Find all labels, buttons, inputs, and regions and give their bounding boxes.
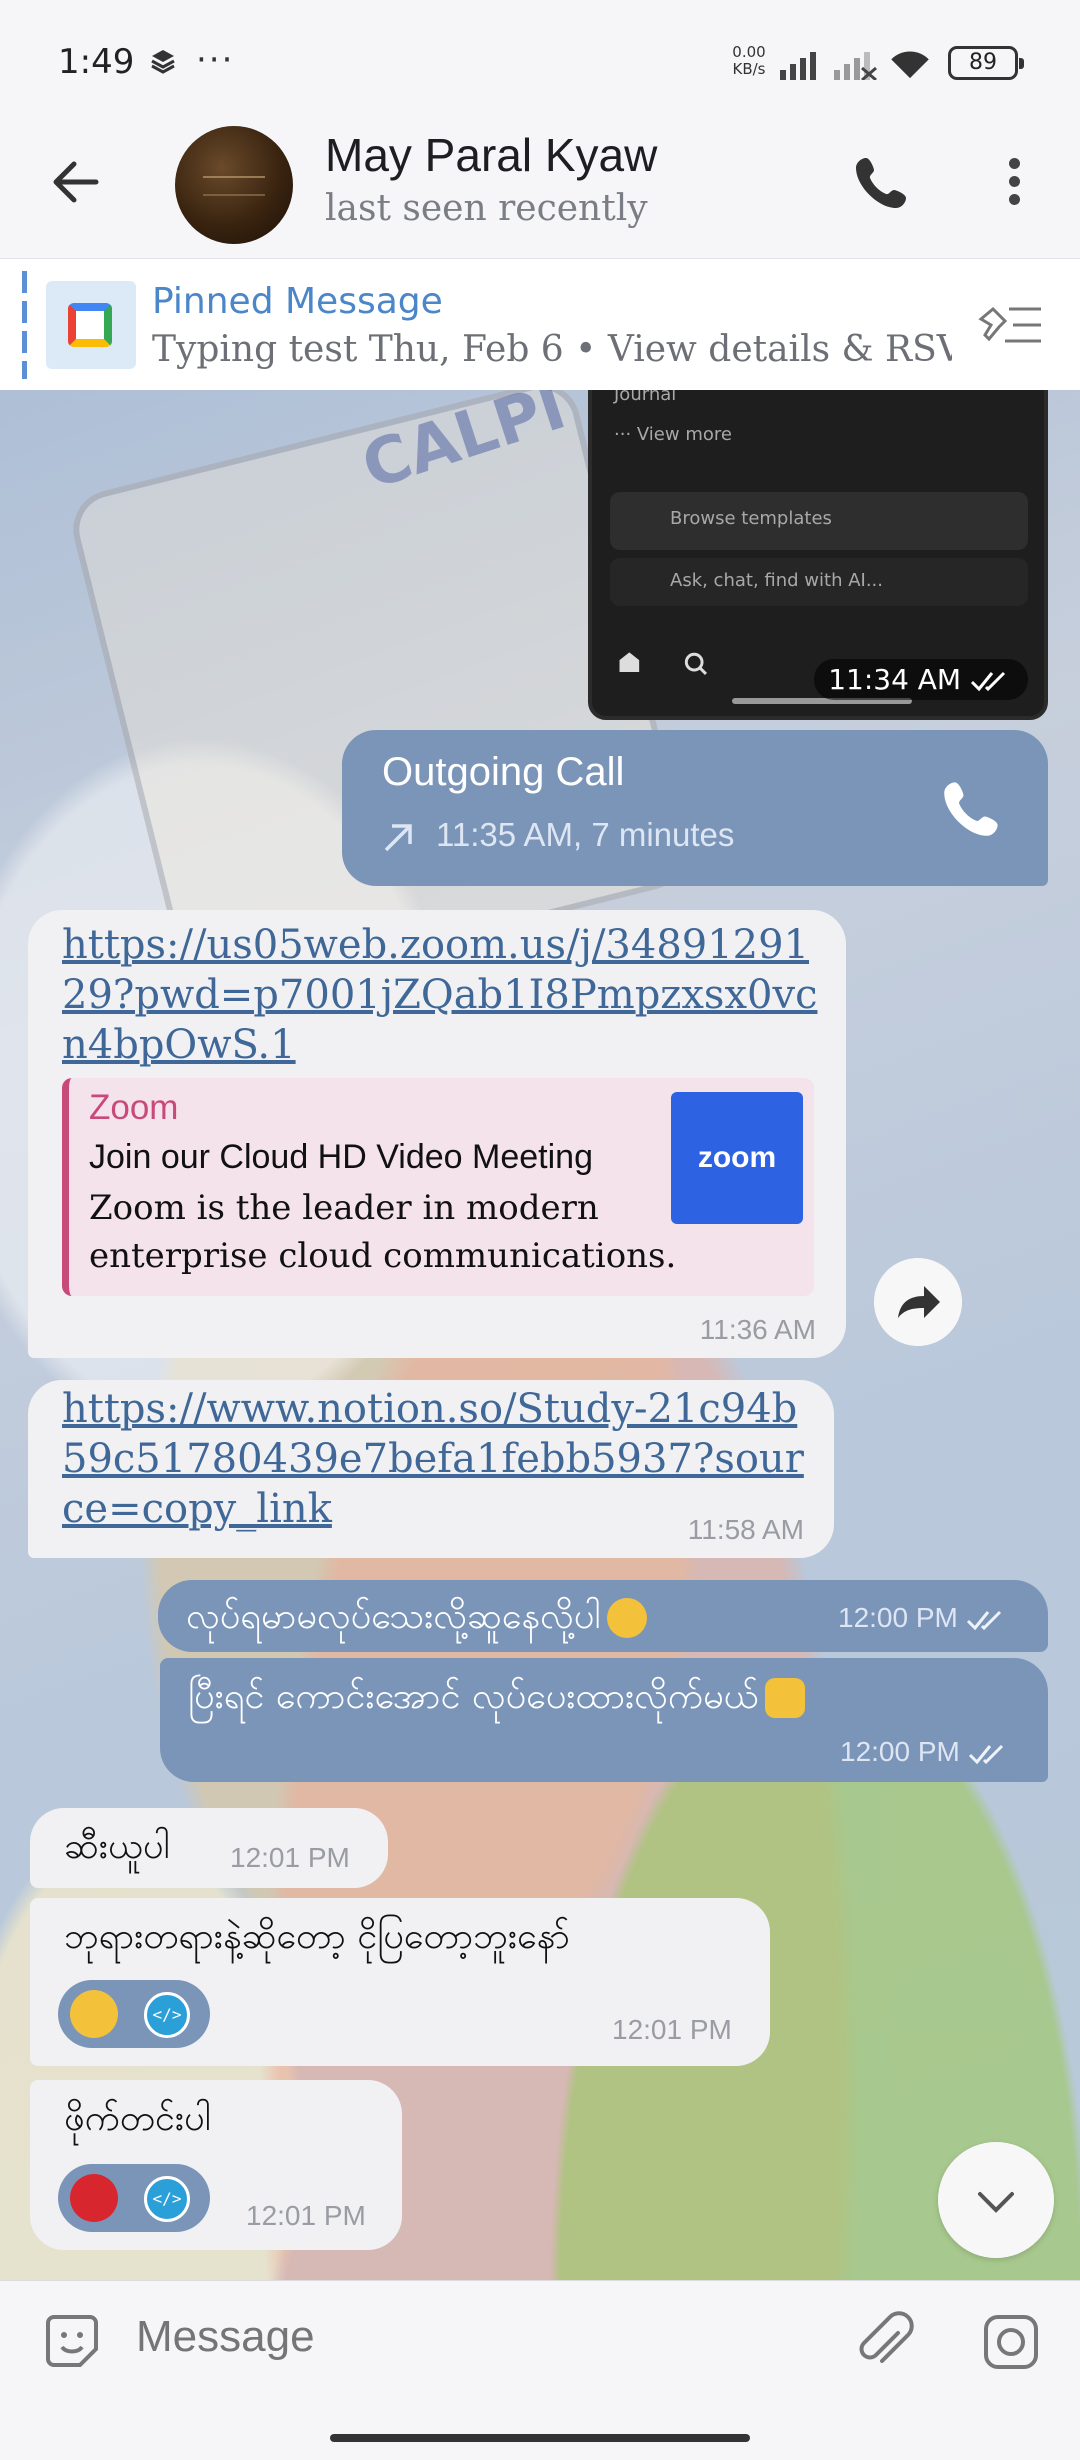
code-avatar-icon: </> [144, 2176, 190, 2222]
call-title: Outgoing Call [382, 750, 625, 794]
message-text: ဆီးယူပါ [64, 1826, 170, 1867]
network-speed-unit: KB/s [732, 60, 766, 78]
battery-icon: 89 [948, 46, 1024, 80]
signal-icon [780, 52, 816, 80]
zoom-link-message[interactable]: https://us05web.zoom.us/j/3489129129?pwd… [28, 910, 846, 1358]
zoom-link[interactable]: https://us05web.zoom.us/j/3489129129?pwd… [62, 920, 832, 1070]
forward-share-icon[interactable] [874, 1258, 962, 1346]
message-time: 12:01 PM [246, 2200, 366, 2231]
image-ask-ai: Ask, chat, find with AI... [670, 570, 883, 591]
back-arrow-icon[interactable] [48, 154, 104, 210]
message-time-value: 12:00 PM [840, 1736, 960, 1767]
image-templates-row: Browse templates [610, 492, 1028, 550]
message-time: 11:58 AM [687, 1514, 804, 1545]
double-check-icon [970, 671, 1006, 692]
strawberry-icon [70, 2174, 118, 2222]
pinned-text: Typing test Thu, Feb 6 • View details & … [152, 329, 952, 370]
double-check-icon [966, 1610, 1001, 1630]
avatar[interactable] [175, 126, 293, 244]
image-message[interactable]: Journal ··· View more Browse templates A… [588, 390, 1048, 720]
message-text-body: ပြီးရင် ကောင်းအောင် လုပ်ပေးထားလိုက်မယ် [188, 1676, 759, 1717]
zoom-logo: zoom [671, 1092, 803, 1224]
image-time: 11:34 AM [828, 663, 962, 696]
image-browse-templates: Browse templates [670, 508, 832, 529]
message-text: ဘုရားတရားနဲ့ဆိုတော့ ငိုပြတော့ဘူးနော် [64, 1916, 570, 1957]
pinned-list-icon[interactable] [975, 299, 1045, 353]
message-time: 12:01 PM [612, 2014, 732, 2045]
google-calendar-icon [46, 281, 136, 369]
incoming-message[interactable]: ဘုရားတရားနဲ့ဆိုတော့ ငိုပြတော့ဘူးနော် </>… [30, 1898, 770, 2066]
overflow-notifications-icon: ··· [196, 40, 235, 80]
preview-title: Join our Cloud HD Video Meeting [89, 1138, 593, 1176]
system-navigation-bar [0, 2392, 1080, 2460]
grinning-face-icon [70, 1990, 118, 2038]
attach-paperclip-icon[interactable] [852, 2309, 914, 2371]
message-time: 12:00 PM [840, 1736, 1012, 1768]
sticker-emoji-icon[interactable] [40, 2309, 104, 2373]
notion-link-message[interactable]: https://www.notion.so/Study-21c94b59c517… [28, 1380, 834, 1558]
network-speed: 0.00 KB/s [722, 44, 776, 78]
call-detail: 11:35 AM, 7 minutes [436, 816, 735, 853]
crossed-fingers-icon [764, 1678, 805, 1718]
last-seen-status: last seen recently [325, 188, 648, 229]
chat-area[interactable]: CALPI Journal ··· View more Browse templ… [0, 390, 1080, 2280]
notion-link[interactable]: https://www.notion.so/Study-21c94b59c517… [62, 1384, 822, 1534]
more-menu-icon[interactable] [995, 152, 1035, 212]
image-row-view-more: ··· View more [614, 424, 732, 445]
pinned-title: Pinned Message [152, 281, 443, 322]
reaction-chip[interactable]: </> [58, 2164, 210, 2232]
code-avatar-icon: </> [144, 1992, 190, 2038]
pinned-indicator [22, 271, 27, 379]
chat-header: May Paral Kyaw last seen recently [0, 110, 1080, 258]
camera-icon[interactable] [980, 2311, 1042, 2373]
shushing-face-icon [606, 1598, 647, 1638]
layers-icon [150, 48, 176, 81]
wifi-icon [891, 51, 929, 79]
network-speed-value: 0.00 [732, 43, 766, 61]
message-text: ပြီးရင် ကောင်းအောင် လုပ်ပေးထားလိုက်မယ် [188, 1672, 805, 1726]
pinned-message-bar[interactable]: Pinned Message Typing test Thu, Feb 6 • … [0, 258, 1080, 390]
contact-name[interactable]: May Paral Kyaw [325, 128, 657, 182]
signal-no-service-icon [834, 52, 877, 80]
phone-icon[interactable] [940, 776, 1004, 840]
message-time: 12:01 PM [230, 1842, 350, 1873]
phone-call-icon[interactable] [852, 152, 912, 212]
link-preview[interactable]: Zoom Join our Cloud HD Video Meeting Zoo… [62, 1078, 814, 1296]
outgoing-message[interactable]: လုပ်ရမာမလုပ်သေးလို့ဆူနေလို့ပါ 12:00 PM [158, 1580, 1048, 1652]
message-time-value: 12:00 PM [838, 1602, 958, 1633]
message-text-body: လုပ်ရမာမလုပ်သေးလို့ဆူနေလို့ပါ [186, 1596, 601, 1637]
message-composer [0, 2280, 1080, 2392]
message-text: လုပ်ရမာမလုပ်သေးလို့ဆူနေလို့ပါ [186, 1592, 647, 1646]
clock: 1:49 [58, 42, 135, 82]
scroll-down-icon[interactable] [938, 2142, 1054, 2258]
image-ai-row: Ask, chat, find with AI... [610, 558, 1028, 606]
incoming-message[interactable]: ဖိုက်တင်းပါ </> 12:01 PM [30, 2080, 402, 2250]
reaction-chip[interactable]: </> [58, 1980, 210, 2048]
image-row-journal: Journal [614, 390, 677, 405]
outgoing-call-message[interactable]: Outgoing Call 11:35 AM, 7 minutes [342, 730, 1048, 886]
incoming-message[interactable]: ဆီးယူပါ 12:01 PM [30, 1808, 388, 1888]
double-check-icon [968, 1744, 1003, 1764]
preview-site-name: Zoom [89, 1088, 179, 1127]
message-time: 12:00 PM [838, 1602, 1010, 1634]
message-input[interactable] [136, 2305, 796, 2369]
outgoing-message[interactable]: ပြီးရင် ကောင်းအောင် လုပ်ပေးထားလိုက်မယ် 1… [160, 1658, 1048, 1782]
message-text: ဖိုက်တင်းပါ [64, 2098, 211, 2139]
message-time: 11:36 AM [699, 1314, 816, 1345]
preview-description: Zoom is the leader in modern enterprise … [89, 1188, 677, 1276]
battery-level: 89 [969, 50, 997, 75]
gesture-handle[interactable] [330, 2434, 750, 2442]
status-bar: 1:49 ··· 0.00 KB/s 89 [0, 0, 1080, 110]
image-timestamp: 11:34 AM [814, 659, 1028, 700]
